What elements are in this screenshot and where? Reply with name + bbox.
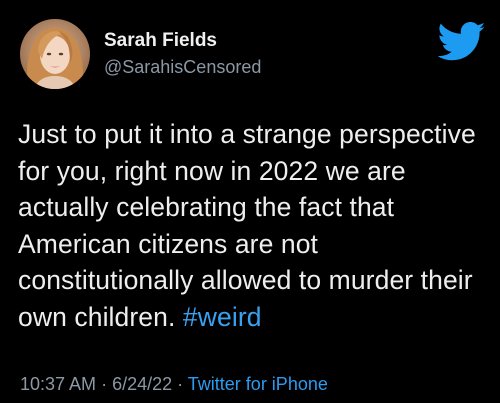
user-handle[interactable]: @SarahisCensored [104,57,261,78]
hashtag-link[interactable]: #weird [183,302,262,332]
display-name[interactable]: Sarah Fields [104,30,217,52]
tweet-time[interactable]: 10:37 AM [20,374,96,394]
twitter-bird-icon [437,22,486,62]
tweet-meta: 10:37 AM · 6/24/22 · Twitter for iPhone [20,374,328,395]
tweet-card: Sarah Fields @SarahisCensored Just to pu… [0,0,500,403]
tweet-source-link[interactable]: Twitter for iPhone [188,374,328,394]
tweet-text: Just to put it into a strange perspectiv… [18,116,488,335]
tweet-body: Just to put it into a strange perspectiv… [18,119,476,332]
meta-separator: · [172,374,188,394]
meta-separator: · [96,374,113,394]
avatar[interactable] [20,19,90,89]
tweet-date[interactable]: 6/24/22 [112,374,172,394]
